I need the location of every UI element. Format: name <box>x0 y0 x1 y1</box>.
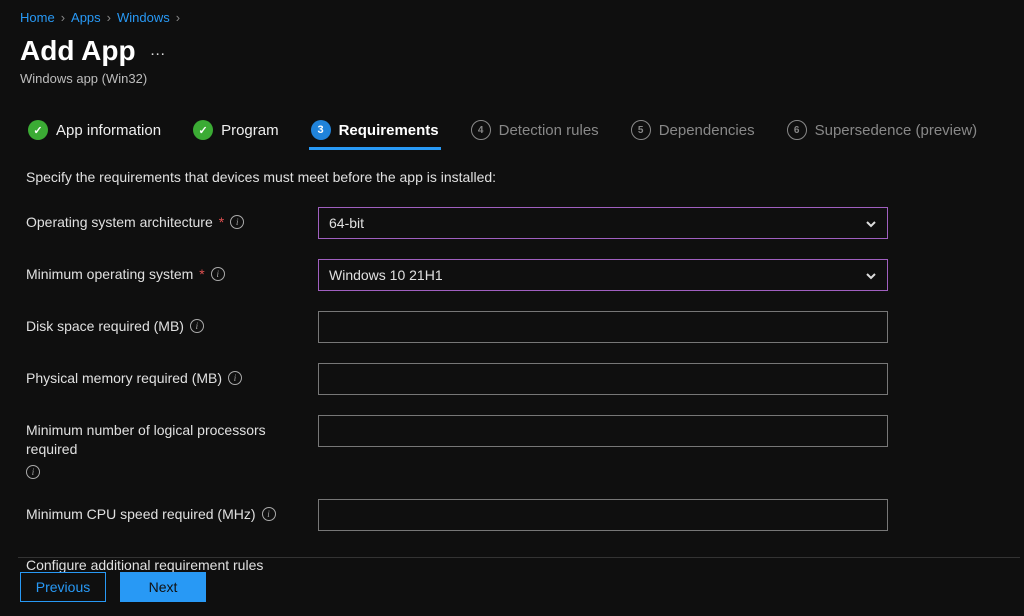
select-os-arch[interactable]: 64-bit <box>318 207 888 239</box>
chevron-down-icon <box>865 269 877 281</box>
form-content: Specify the requirements that devices mu… <box>0 151 1024 583</box>
required-marker: * <box>219 213 224 232</box>
tab-supersedence[interactable]: 6 Supersedence (preview) <box>785 114 980 150</box>
info-icon[interactable]: i <box>228 371 242 385</box>
tab-program[interactable]: ✓ Program <box>191 114 281 150</box>
subtitle: Windows app (Win32) <box>0 67 1024 106</box>
tab-label: Requirements <box>339 122 439 139</box>
next-button[interactable]: Next <box>120 572 206 602</box>
input-logical-processors[interactable] <box>318 415 888 447</box>
tab-detection-rules[interactable]: 4 Detection rules <box>469 114 601 150</box>
check-icon: ✓ <box>28 120 48 140</box>
info-icon[interactable]: i <box>211 267 225 281</box>
label-physical-memory: Physical memory required (MB) <box>26 369 222 388</box>
step-number-icon: 5 <box>631 120 651 140</box>
label-logical-processors: Minimum number of logical processors req… <box>26 421 318 459</box>
chevron-right-icon: › <box>61 10 65 25</box>
more-actions-icon[interactable]: … <box>150 42 168 60</box>
tab-label: App information <box>56 122 161 139</box>
info-icon[interactable]: i <box>262 507 276 521</box>
select-value: 64-bit <box>329 215 364 231</box>
chevron-right-icon: › <box>107 10 111 25</box>
crumb-apps[interactable]: Apps <box>71 10 101 25</box>
info-icon[interactable]: i <box>26 465 40 479</box>
tab-app-information[interactable]: ✓ App information <box>26 114 163 150</box>
label-disk-space: Disk space required (MB) <box>26 317 184 336</box>
footer-buttons: Previous Next <box>20 572 206 602</box>
page-title: Add App <box>20 35 136 67</box>
tab-label: Supersedence (preview) <box>815 122 978 139</box>
input-disk-space[interactable] <box>318 311 888 343</box>
crumb-windows[interactable]: Windows <box>117 10 170 25</box>
info-icon[interactable]: i <box>190 319 204 333</box>
input-physical-memory[interactable] <box>318 363 888 395</box>
step-number-icon: 4 <box>471 120 491 140</box>
input-cpu-speed[interactable] <box>318 499 888 531</box>
required-marker: * <box>199 265 204 284</box>
step-number-icon: 3 <box>311 120 331 140</box>
crumb-home[interactable]: Home <box>20 10 55 25</box>
tab-requirements[interactable]: 3 Requirements <box>309 114 441 150</box>
tab-dependencies[interactable]: 5 Dependencies <box>629 114 757 150</box>
footer-separator <box>18 557 1020 558</box>
label-cpu-speed: Minimum CPU speed required (MHz) <box>26 505 256 524</box>
breadcrumb: Home › Apps › Windows › <box>0 0 1024 31</box>
step-number-icon: 6 <box>787 120 807 140</box>
label-os-arch: Operating system architecture <box>26 213 213 232</box>
previous-button[interactable]: Previous <box>20 572 106 602</box>
intro-text: Specify the requirements that devices mu… <box>26 169 1004 185</box>
label-additional-rules: Configure additional requirement rules <box>26 551 1004 573</box>
chevron-down-icon <box>865 217 877 229</box>
select-min-os[interactable]: Windows 10 21H1 <box>318 259 888 291</box>
check-icon: ✓ <box>193 120 213 140</box>
tab-label: Detection rules <box>499 122 599 139</box>
wizard-tabs: ✓ App information ✓ Program 3 Requiremen… <box>0 106 1024 151</box>
label-min-os: Minimum operating system <box>26 265 193 284</box>
select-value: Windows 10 21H1 <box>329 267 443 283</box>
chevron-right-icon: › <box>176 10 180 25</box>
tab-label: Dependencies <box>659 122 755 139</box>
info-icon[interactable]: i <box>230 215 244 229</box>
tab-label: Program <box>221 122 279 139</box>
